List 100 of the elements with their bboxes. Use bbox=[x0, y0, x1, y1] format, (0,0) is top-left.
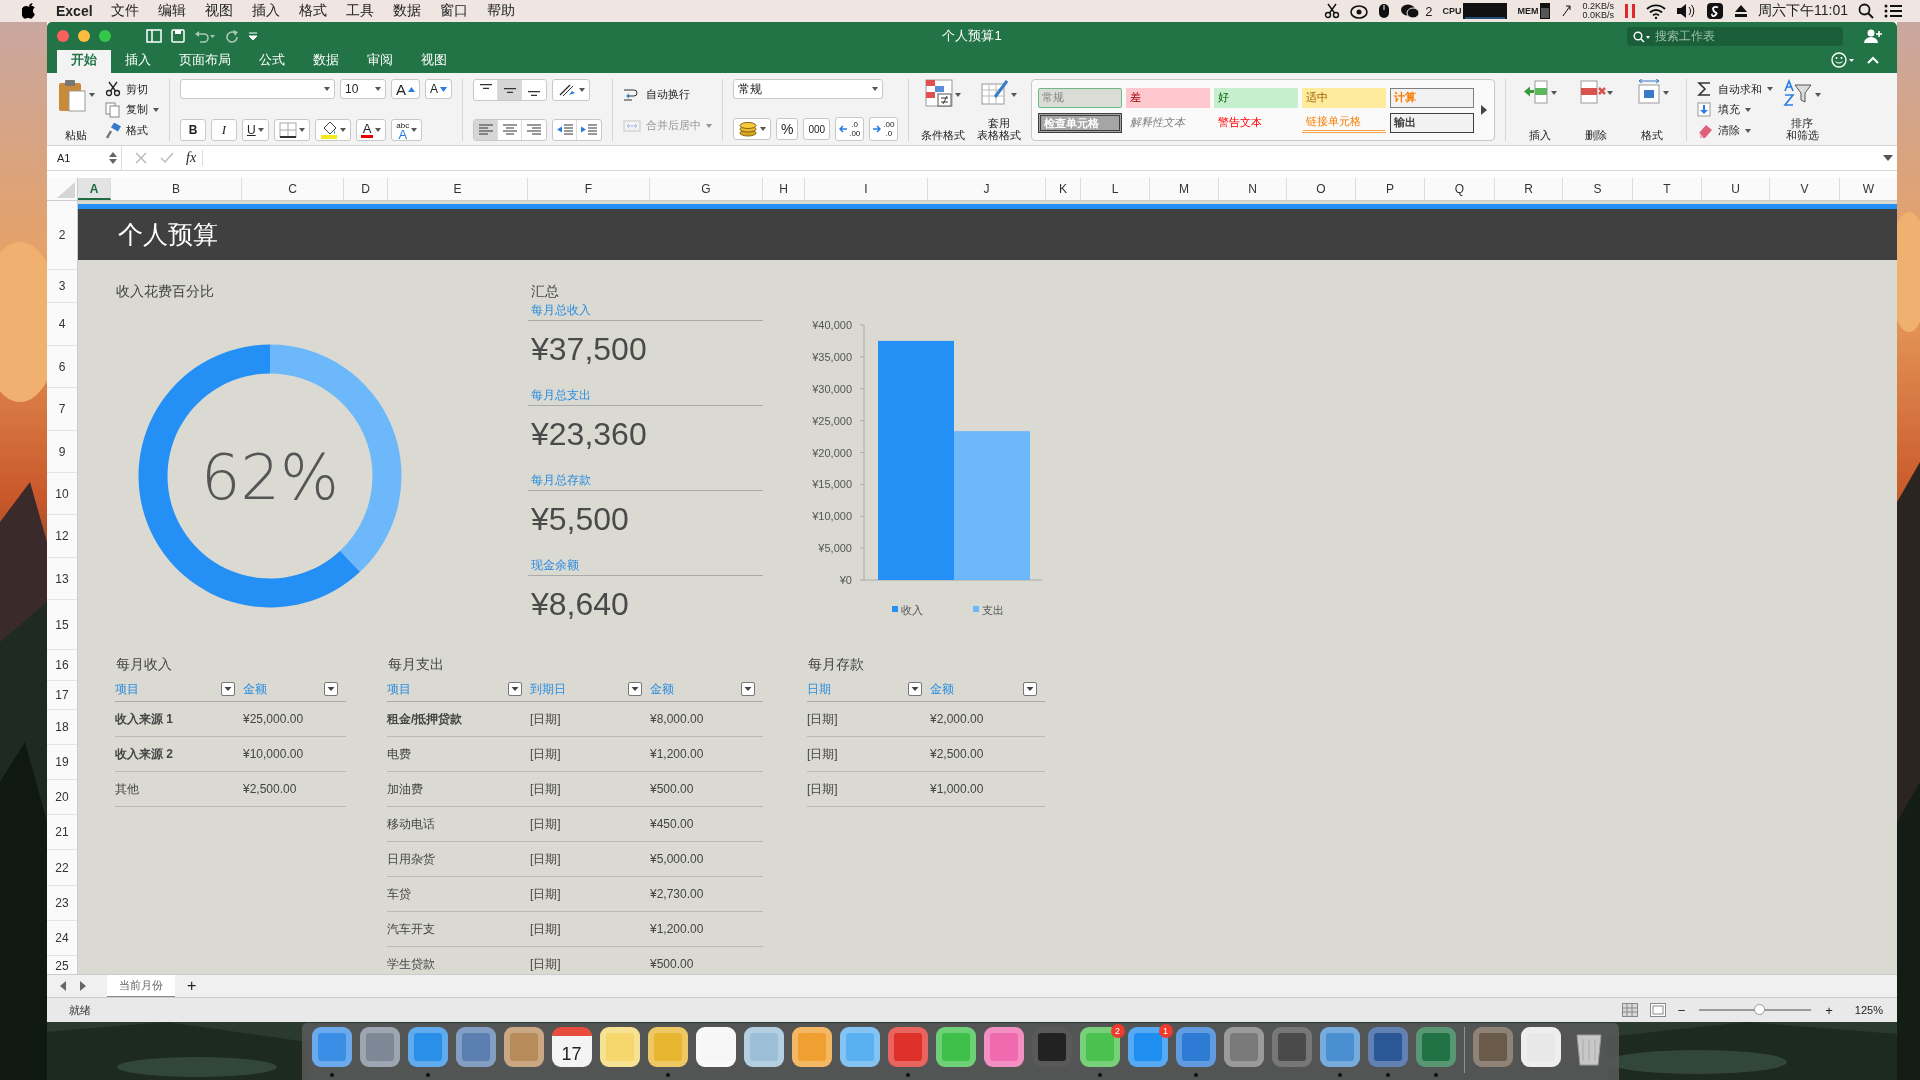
name-box[interactable]: A1 bbox=[47, 146, 122, 170]
menu-item[interactable]: 插入 bbox=[251, 2, 280, 20]
row-header[interactable]: 10 bbox=[47, 473, 77, 515]
row-header[interactable]: 21 bbox=[47, 815, 77, 850]
currency-button[interactable] bbox=[733, 118, 772, 140]
menu-item[interactable]: 窗口 bbox=[439, 2, 468, 20]
slider-thumb[interactable] bbox=[1753, 1004, 1765, 1015]
page-layout-icon[interactable] bbox=[1649, 1003, 1666, 1017]
column-header[interactable]: Q bbox=[1425, 178, 1495, 200]
clipboard-button[interactable]: 复制 bbox=[105, 100, 159, 120]
scroll-right-icon[interactable] bbox=[1480, 105, 1489, 115]
row-header[interactable]: 6 bbox=[47, 346, 77, 388]
clipboard-button[interactable]: 格式 bbox=[105, 120, 159, 141]
cell-style[interactable]: 差 bbox=[1126, 87, 1211, 108]
apple-icon[interactable] bbox=[22, 3, 36, 19]
increase-decimal-button[interactable]: .0 .00 bbox=[835, 117, 865, 141]
search-icon[interactable] bbox=[1858, 3, 1874, 19]
cell-style[interactable]: 好 bbox=[1214, 87, 1299, 108]
redo-icon[interactable] bbox=[225, 29, 239, 43]
column-header[interactable]: K bbox=[1046, 178, 1081, 200]
row-header[interactable]: 22 bbox=[47, 850, 77, 886]
percent-button[interactable]: % bbox=[776, 118, 799, 140]
scissors-icon[interactable] bbox=[1324, 3, 1341, 19]
mouse-icon[interactable] bbox=[1378, 3, 1391, 19]
add-person-icon[interactable] bbox=[1863, 28, 1883, 44]
column-header[interactable]: L bbox=[1081, 178, 1150, 200]
column-header[interactable]: N bbox=[1219, 178, 1287, 200]
row-header[interactable]: 19 bbox=[47, 745, 77, 780]
number-format-field[interactable]: 常规 bbox=[733, 79, 884, 99]
check-icon[interactable] bbox=[160, 151, 174, 165]
column-header[interactable]: B bbox=[111, 178, 242, 200]
column-header[interactable]: P bbox=[1356, 178, 1425, 200]
ribbon-tab[interactable]: 插入 bbox=[111, 48, 165, 73]
customize-icon[interactable] bbox=[248, 31, 258, 41]
app-icon[interactable] bbox=[1706, 2, 1724, 20]
column-header[interactable]: S bbox=[1563, 178, 1633, 200]
ribbon-tab[interactable]: 公式 bbox=[245, 48, 299, 73]
font-color-button[interactable]: A bbox=[355, 119, 387, 141]
calendar-icon[interactable]: 17 bbox=[551, 1027, 592, 1067]
row-header[interactable]: 24 bbox=[47, 921, 77, 956]
column-header[interactable]: D bbox=[344, 178, 388, 200]
filter-dropdown-icon[interactable] bbox=[908, 682, 922, 696]
italic-button[interactable]: I bbox=[211, 119, 237, 141]
row-header[interactable]: 4 bbox=[47, 303, 77, 346]
zoom-out-button[interactable]: − bbox=[1677, 1002, 1686, 1018]
grow-font-button[interactable]: A bbox=[391, 79, 420, 99]
column-header[interactable]: I bbox=[805, 178, 928, 200]
autosum-button[interactable]: 自动求和 bbox=[1697, 79, 1774, 100]
conditional-format-button[interactable]: 条件格式 bbox=[919, 79, 968, 141]
next-sheet-icon[interactable] bbox=[79, 981, 87, 991]
filter-dropdown-icon[interactable] bbox=[628, 682, 642, 696]
comma-button[interactable]: 000 bbox=[803, 118, 831, 140]
shrink-font-button[interactable]: A bbox=[425, 79, 453, 99]
ribbon-tab[interactable]: 数据 bbox=[299, 48, 353, 73]
format-as-table-button[interactable]: 套用 表格格式 bbox=[975, 79, 1024, 141]
row-header[interactable]: 20 bbox=[47, 780, 77, 815]
wrap-text-button[interactable]: 自动换行 bbox=[623, 84, 713, 105]
ribbon-tab[interactable]: 视图 bbox=[407, 48, 461, 73]
add-sheet-button[interactable]: + bbox=[187, 977, 197, 995]
filter-dropdown-icon[interactable] bbox=[221, 682, 235, 696]
column-header[interactable]: E bbox=[388, 178, 528, 200]
fill-button[interactable]: 填充 bbox=[1697, 100, 1774, 120]
menu-item[interactable]: 视图 bbox=[204, 2, 233, 20]
cell-style[interactable]: 输出 bbox=[1390, 112, 1475, 133]
borders-button[interactable] bbox=[273, 119, 310, 141]
column-header[interactable]: M bbox=[1150, 178, 1219, 200]
column-header[interactable]: C bbox=[242, 178, 344, 200]
column-header[interactable]: J bbox=[928, 178, 1046, 200]
row-header[interactable]: 2 bbox=[47, 201, 77, 270]
insert-cells-button[interactable]: 插入 bbox=[1516, 79, 1565, 141]
orientation-button[interactable] bbox=[552, 79, 591, 101]
sidebar-icon[interactable] bbox=[146, 29, 162, 43]
column-header[interactable]: A bbox=[78, 178, 111, 200]
cell-style[interactable]: 解释性文本 bbox=[1126, 112, 1211, 133]
volume-icon[interactable] bbox=[1676, 3, 1696, 19]
insert-function-button[interactable]: fx bbox=[186, 150, 204, 166]
menu-item[interactable]: 格式 bbox=[298, 2, 327, 20]
pause-icon[interactable] bbox=[1624, 3, 1636, 19]
app-icon[interactable] bbox=[1520, 1027, 1561, 1067]
align-middle-button[interactable] bbox=[498, 80, 523, 100]
row-header[interactable]: 7 bbox=[47, 388, 77, 431]
zoom-button[interactable] bbox=[99, 30, 111, 42]
font-size-field[interactable]: 10 bbox=[340, 79, 386, 99]
row-header[interactable]: 18 bbox=[47, 710, 77, 745]
format-cells-button[interactable]: 格式 bbox=[1628, 79, 1677, 141]
ribbon-tab[interactable]: 开始 bbox=[57, 48, 111, 73]
decrease-decimal-button[interactable]: .00 .0 bbox=[869, 117, 899, 141]
column-header[interactable]: H bbox=[763, 178, 805, 200]
filter-dropdown-icon[interactable] bbox=[741, 682, 755, 696]
align-left-button[interactable] bbox=[474, 120, 499, 140]
previous-sheet-icon[interactable] bbox=[59, 981, 67, 991]
row-header[interactable]: 9 bbox=[47, 431, 77, 473]
sheet-tab[interactable]: 当前月份 bbox=[107, 974, 175, 998]
smiley-icon[interactable] bbox=[1831, 52, 1855, 68]
ribbon-tab[interactable]: 审阅 bbox=[353, 48, 407, 73]
row-header[interactable]: 23 bbox=[47, 886, 77, 921]
column-header[interactable]: U bbox=[1702, 178, 1770, 200]
eject-icon[interactable] bbox=[1734, 4, 1748, 18]
row-header[interactable]: 17 bbox=[47, 681, 77, 710]
fill-color-button[interactable] bbox=[314, 119, 351, 141]
